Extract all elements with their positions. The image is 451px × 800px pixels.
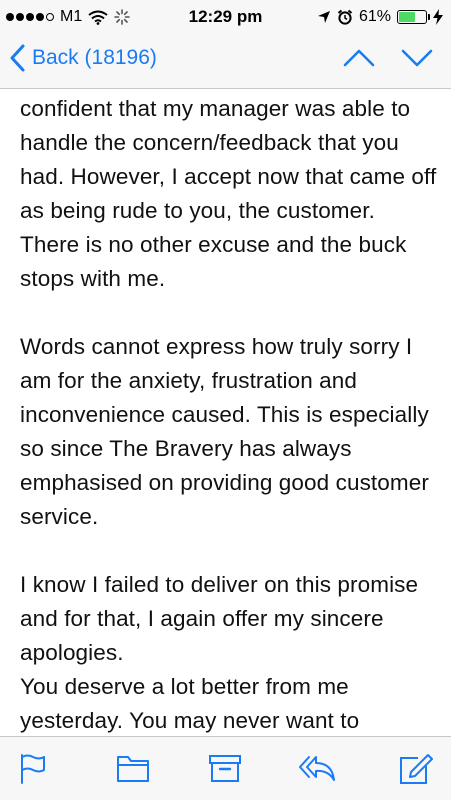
email-paragraph: You deserve a lot better from me yesterd… — [20, 674, 360, 733]
status-right: 61% — [317, 7, 443, 27]
folder-icon[interactable] — [116, 753, 150, 783]
back-button[interactable]: Back (18196) — [10, 44, 157, 72]
chevron-up-icon[interactable] — [343, 48, 375, 68]
reply-icon[interactable] — [298, 753, 336, 783]
email-paragraph: confident that my manager was able to ha… — [20, 96, 437, 291]
email-paragraph: I know I failed to deliver on this promi… — [20, 572, 419, 665]
battery-level — [399, 12, 415, 22]
email-screen: M1 12:29 pm 61% Back (18196) confident t… — [0, 0, 451, 800]
charging-icon — [433, 9, 443, 25]
alarm-icon — [337, 9, 353, 25]
message-navigation — [343, 48, 433, 68]
email-paragraph: Words cannot express how truly sorry I a… — [20, 334, 429, 529]
location-icon — [317, 11, 330, 23]
status-bar: M1 12:29 pm 61% — [0, 0, 451, 34]
email-body: confident that my manager was able to ha… — [20, 88, 440, 736]
battery-icon — [397, 10, 430, 24]
back-label: Back (18196) — [32, 46, 157, 69]
chevron-left-icon — [10, 44, 25, 72]
flag-icon[interactable] — [18, 753, 48, 785]
bottom-toolbar — [0, 736, 451, 800]
navigation-bar: Back (18196) — [0, 34, 451, 89]
archive-icon[interactable] — [208, 753, 242, 783]
compose-icon[interactable] — [398, 753, 434, 785]
battery-percent: 61% — [358, 8, 391, 25]
chevron-down-icon[interactable] — [401, 48, 433, 68]
